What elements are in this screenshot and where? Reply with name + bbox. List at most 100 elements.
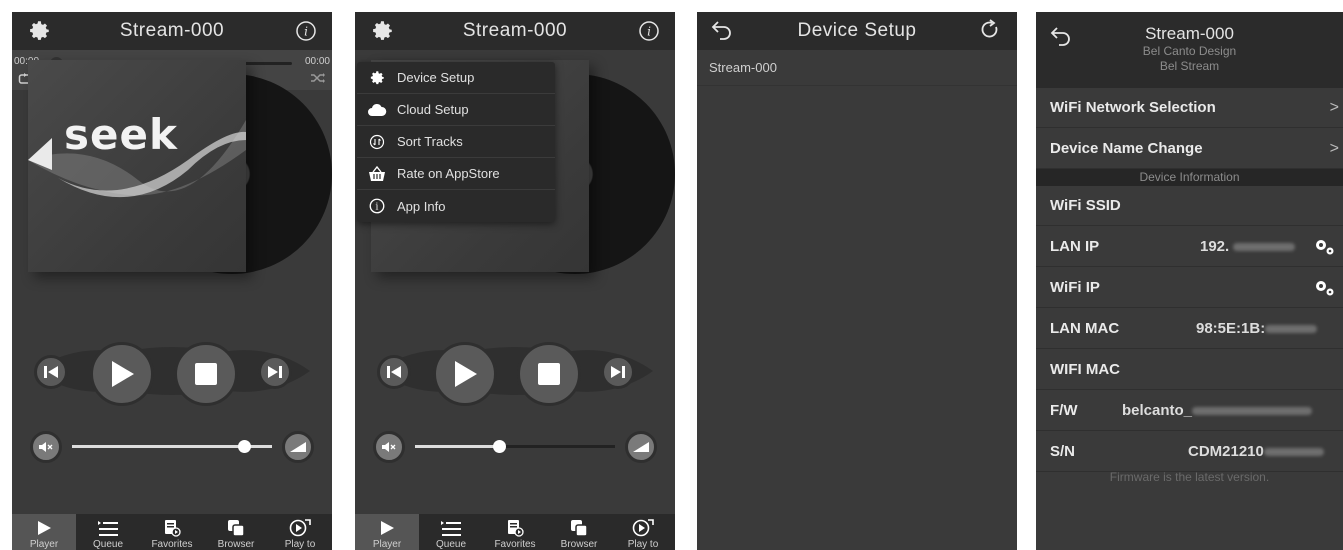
player-menu-screen: Stream-000 i Device Setup Cloud Setup So…	[355, 12, 675, 550]
model-name: Bel Stream	[1159, 59, 1220, 73]
gear-icon	[357, 69, 397, 87]
stop-button[interactable]	[517, 342, 581, 406]
tab-label: Queue	[435, 539, 467, 550]
menu-item-label: App Info	[397, 198, 446, 214]
tab-queue[interactable]: Queue	[419, 514, 483, 550]
info-icon[interactable]: i	[294, 19, 318, 43]
volume-up-button[interactable]	[625, 431, 657, 463]
menu-item-cloud-setup[interactable]: Cloud Setup	[357, 94, 555, 126]
volume-knob[interactable]	[238, 440, 251, 453]
page-title: Device Setup	[797, 20, 917, 41]
tab-favorites[interactable]: Favorites	[140, 514, 204, 550]
queue-icon	[98, 521, 118, 536]
next-button[interactable]	[258, 355, 292, 389]
play-button[interactable]	[90, 342, 154, 406]
row-label: WiFi Network Selection	[1050, 99, 1216, 116]
device-list: Stream-000	[697, 50, 1017, 86]
tab-label: Favorites	[494, 539, 536, 550]
tab-label: Play to	[284, 539, 316, 550]
play-icon	[381, 521, 394, 535]
row-label: WiFi IP	[1050, 279, 1100, 296]
lan-ip-value: 192.	[1200, 238, 1296, 255]
tab-favorites[interactable]: Favorites	[483, 514, 547, 550]
gears-icon[interactable]	[1313, 278, 1337, 302]
menu-item-rate-appstore[interactable]: Rate on AppStore	[357, 158, 555, 190]
back-icon[interactable]	[711, 18, 737, 44]
play-button[interactable]	[433, 342, 497, 406]
mute-button[interactable]	[373, 431, 405, 463]
volume-fill	[72, 445, 244, 448]
row-label: S/N	[1050, 443, 1076, 460]
play-icon	[38, 521, 51, 535]
wifi-mac-row: WIFI MAC	[1036, 350, 1343, 390]
manufacturer: Bel Canto Design	[1142, 44, 1237, 58]
volume-slider[interactable]	[415, 440, 615, 453]
refresh-icon[interactable]	[979, 19, 1003, 43]
transport-controls	[12, 334, 332, 409]
wifi-ssid-row: WiFi SSID	[1036, 186, 1343, 226]
volume-fill	[415, 445, 499, 448]
info-icon[interactable]: i	[637, 19, 661, 43]
time-total: 00:00	[304, 56, 330, 67]
tab-label: Browser	[560, 539, 598, 550]
device-name-change[interactable]: Device Name Change >	[1036, 129, 1343, 169]
volume-slider[interactable]	[72, 440, 272, 453]
menu-item-device-setup[interactable]: Device Setup	[357, 62, 555, 94]
tab-browser[interactable]: Browser	[547, 514, 611, 550]
volume-control	[28, 427, 316, 467]
album-art	[28, 60, 246, 272]
play-to-icon	[289, 519, 311, 537]
back-icon[interactable]	[1050, 24, 1072, 51]
menu-item-label: Sort Tracks	[397, 134, 463, 149]
gear-icon[interactable]	[369, 18, 395, 44]
tab-player[interactable]: Player	[355, 514, 419, 550]
lan-mac-row: LAN MAC 98:5E:1B:	[1036, 309, 1343, 349]
player-screen: Stream-000 i 00:00 00:00 seek Player Que…	[12, 12, 332, 550]
shuffle-icon[interactable]	[310, 71, 326, 89]
section-header: Device Information	[1036, 169, 1343, 186]
row-label: WIFI MAC	[1050, 361, 1120, 378]
album-title: seek	[64, 110, 178, 159]
header: Stream-000 Bel Canto Design Bel Stream	[1036, 12, 1343, 88]
tab-play-to[interactable]: Play to	[611, 514, 675, 550]
favorites-icon	[508, 520, 524, 537]
mute-button[interactable]	[30, 431, 62, 463]
play-to-icon	[632, 519, 654, 537]
list-item[interactable]: Stream-000	[697, 50, 1017, 86]
page-title: Stream-000	[1145, 24, 1234, 43]
favorites-icon	[165, 520, 181, 537]
menu-item-sort-tracks[interactable]: Sort Tracks	[357, 126, 555, 158]
tab-player[interactable]: Player	[12, 514, 76, 550]
menu-item-app-info[interactable]: i App Info	[357, 190, 555, 222]
tab-label: Browser	[217, 539, 255, 550]
firmware-row: F/W belcanto_	[1036, 391, 1343, 431]
browser-icon	[571, 520, 588, 537]
wifi-network-selection[interactable]: WiFi Network Selection >	[1036, 88, 1343, 128]
tab-play-to[interactable]: Play to	[268, 514, 332, 550]
volume-knob[interactable]	[493, 440, 506, 453]
tab-label: Player	[372, 539, 402, 550]
row-label: Device Name Change	[1050, 140, 1203, 157]
tab-bar: Player Queue Favorites Browser Play to	[355, 514, 675, 550]
sort-icon	[357, 134, 397, 150]
gears-icon[interactable]	[1313, 237, 1337, 261]
queue-icon	[441, 521, 461, 536]
next-button[interactable]	[601, 355, 635, 389]
svg-text:i: i	[647, 25, 651, 39]
serial-row: S/N CDM21210	[1036, 432, 1343, 472]
tab-browser[interactable]: Browser	[204, 514, 268, 550]
page-title: Stream-000	[462, 20, 568, 41]
page-title: Stream-000	[119, 20, 225, 41]
chevron-right-icon: >	[1329, 98, 1339, 116]
device-setup-screen: Device Setup Stream-000	[697, 12, 1017, 550]
previous-button[interactable]	[377, 355, 411, 389]
gear-icon[interactable]	[26, 18, 52, 44]
top-bar: Device Setup	[697, 12, 1017, 50]
stop-button[interactable]	[174, 342, 238, 406]
tab-queue[interactable]: Queue	[76, 514, 140, 550]
previous-button[interactable]	[34, 355, 68, 389]
settings-menu: Device Setup Cloud Setup Sort Tracks Rat…	[357, 62, 555, 222]
volume-control	[371, 427, 659, 467]
tab-label: Queue	[92, 539, 124, 550]
volume-up-button[interactable]	[282, 431, 314, 463]
